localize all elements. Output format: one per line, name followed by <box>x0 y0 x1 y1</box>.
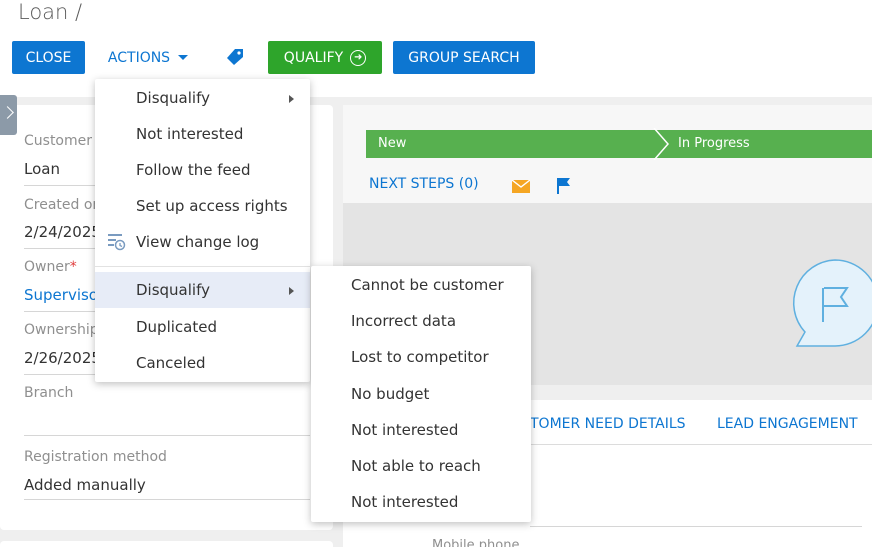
owner-value[interactable]: Supervisor <box>24 286 104 304</box>
menu-item-view-change-log[interactable]: View change log <box>95 224 310 260</box>
submenu-item-not-interested-2[interactable]: Not interested <box>311 484 531 520</box>
left-panel-secondary <box>0 541 333 547</box>
ownership-label: Ownership <box>24 322 99 338</box>
menu-item-not-interested[interactable]: Not interested <box>95 116 310 152</box>
qualify-label: QUALIFY <box>283 49 344 66</box>
flag-icon[interactable] <box>557 178 571 194</box>
menu-item-label: Disqualify <box>136 281 210 299</box>
mobile-phone-label: Mobile phone <box>432 538 520 547</box>
created-on-label: Created on <box>24 197 102 213</box>
menu-item-label: Disqualify <box>136 89 210 107</box>
menu-item-disqualify-group[interactable]: Disqualify <box>95 272 310 308</box>
ownership-value[interactable]: 2/26/2025 <box>24 349 101 367</box>
menu-item-follow-feed[interactable]: Follow the feed <box>95 152 310 188</box>
tab-customer-need-details[interactable]: TOMER NEED DETAILS <box>530 416 686 432</box>
flag-bubble-icon <box>792 259 872 347</box>
branch-label: Branch <box>24 385 74 401</box>
customer-name-label: Customer n <box>24 133 106 149</box>
registration-method-label: Registration method <box>24 449 167 465</box>
owner-label-text: Owner <box>24 259 70 275</box>
menu-item-access-rights[interactable]: Set up access rights <box>95 188 310 224</box>
page-title: Loan / <box>18 0 83 24</box>
customer-name-value[interactable]: Loan <box>24 160 60 178</box>
group-search-button[interactable]: GROUP SEARCH <box>393 41 535 74</box>
registration-method-value[interactable]: Added manually <box>24 476 146 494</box>
submenu-item-not-able-to-reach[interactable]: Not able to reach <box>311 448 531 484</box>
divider <box>530 526 862 527</box>
menu-item-disqualify[interactable]: Disqualify <box>95 80 310 116</box>
chevron-right-icon <box>289 95 294 103</box>
close-button[interactable]: CLOSE <box>12 41 85 74</box>
next-steps-tab[interactable]: NEXT STEPS (0) <box>369 176 479 192</box>
chevron-right-icon <box>289 287 294 295</box>
arrow-right-circle-icon: ➜ <box>350 49 367 66</box>
menu-item-label: View change log <box>136 233 260 251</box>
mail-icon[interactable] <box>512 180 530 193</box>
submenu-item-cannot-be-customer[interactable]: Cannot be customer <box>311 267 531 303</box>
stage-in-progress[interactable]: In Progress <box>656 130 872 158</box>
disqualify-submenu: Cannot be customer Incorrect data Lost t… <box>311 266 531 522</box>
menu-item-duplicated[interactable]: Duplicated <box>95 309 310 345</box>
stage-new[interactable]: New <box>366 130 656 158</box>
actions-label: ACTIONS <box>107 49 171 66</box>
menu-item-canceled[interactable]: Canceled <box>95 345 310 381</box>
side-panel-toggle[interactable] <box>0 95 17 135</box>
submenu-item-incorrect-data[interactable]: Incorrect data <box>311 303 531 339</box>
tag-icon[interactable] <box>226 48 244 66</box>
owner-label: Owner* <box>24 259 77 275</box>
submenu-item-no-budget[interactable]: No budget <box>311 376 531 412</box>
qualify-button[interactable]: QUALIFY ➜ <box>268 41 382 74</box>
divider <box>24 435 310 436</box>
actions-button[interactable]: ACTIONS <box>96 41 200 74</box>
change-log-icon <box>108 234 126 251</box>
submenu-item-lost-to-competitor[interactable]: Lost to competitor <box>311 339 531 375</box>
submenu-item-not-interested[interactable]: Not interested <box>311 412 531 448</box>
tab-lead-engagement[interactable]: LEAD ENGAGEMENT <box>717 416 858 432</box>
stage-separator-icon <box>653 128 669 160</box>
actions-menu: Disqualify Not interested Follow the fee… <box>95 79 310 382</box>
divider <box>24 499 310 500</box>
menu-separator <box>95 266 310 267</box>
required-marker: * <box>69 259 77 275</box>
chevron-down-icon <box>178 55 189 60</box>
created-on-value[interactable]: 2/24/2025 <box>24 223 101 241</box>
